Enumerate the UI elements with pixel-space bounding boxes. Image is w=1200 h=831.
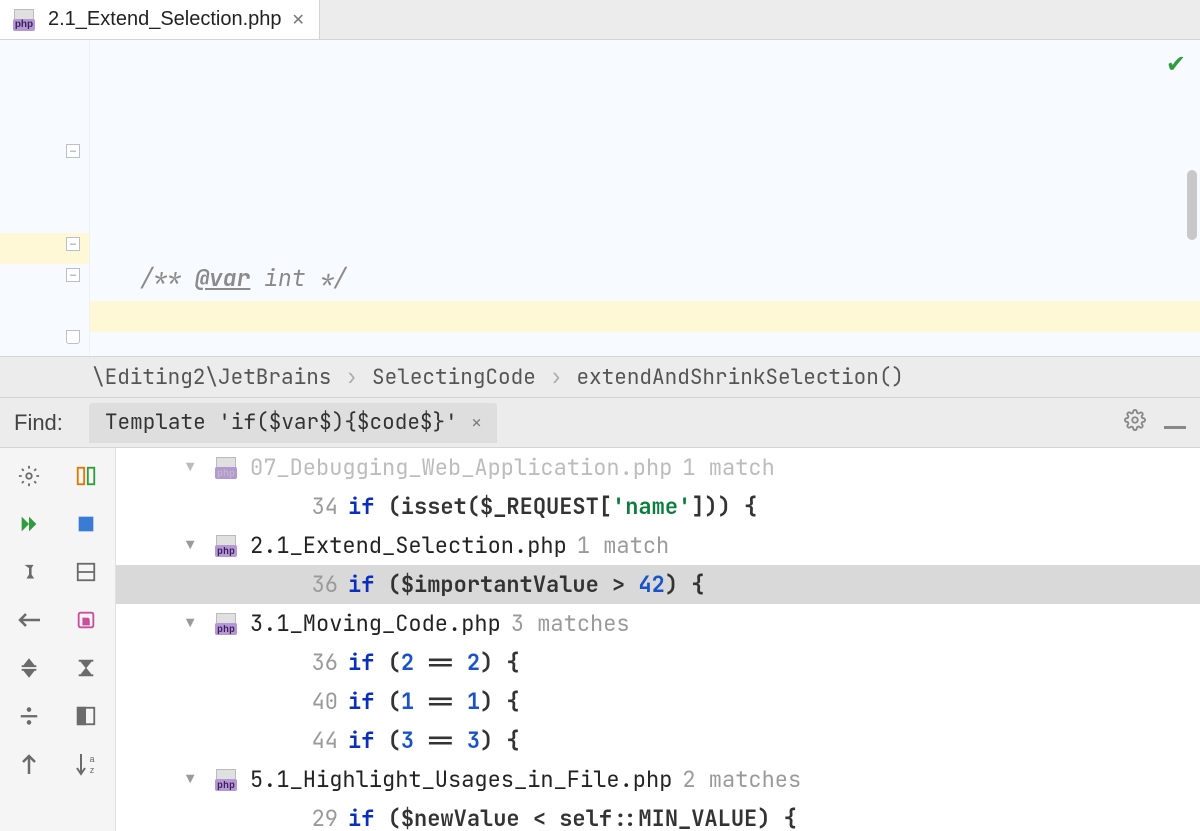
chevron-down-icon[interactable]: ▼ [186,771,202,789]
result-match-row[interactable]: 36 if ($importantValue > 42) { [116,565,1200,604]
close-find-tab-icon[interactable]: ✕ [472,412,482,433]
result-match-row[interactable]: 36 if (2 == 2) { [116,643,1200,682]
chevron-down-icon[interactable]: ▼ [186,459,202,477]
svg-text:m: m [83,615,90,628]
code-snippet: if (3 == 3) { [348,726,520,755]
fold-marker-icon[interactable]: – [66,237,80,251]
layout-icon[interactable] [64,552,108,592]
line-number: 36 [302,570,338,599]
result-file-row[interactable]: ▼ php 2.1_Extend_Selection.php 1 match [116,526,1200,565]
result-file-row[interactable]: ▼ php 5.1_Highlight_Usages_in_File.php 2 ma… [116,760,1200,799]
minimize-panel-icon[interactable] [1164,410,1186,436]
line-number: 40 [302,687,338,716]
result-match-row[interactable]: 34 if (isset($_REQUEST['name'])) { [116,487,1200,526]
line-number: 36 [302,648,338,677]
chevron-right-icon: › [550,364,563,391]
editor-tab-bar: php 2.1_Extend_Selection.php ✕ [0,0,1200,40]
code-snippet: if ($importantValue > 42) { [348,570,704,599]
inspection-ok-icon[interactable]: ✔ [1166,50,1186,79]
sort-alpha-icon[interactable]: az [64,744,108,784]
code-snippet: if (2 == 2) { [348,648,520,677]
chevron-down-icon[interactable]: ▼ [186,615,202,633]
regex-icon[interactable]: m [64,600,108,640]
php-file-icon: php [212,535,240,557]
chevron-down-icon[interactable]: ▼ [186,537,202,555]
code-area[interactable]: /** @var int */ public $Age; public func… [90,40,1200,356]
divide-icon[interactable] [7,696,51,736]
svg-text:z: z [90,765,95,775]
code-snippet: if (1 == 1) { [348,687,520,716]
result-filename: 3.1_Moving_Code.php [250,609,501,638]
code-snippet: if (isset($_REQUEST['name'])) { [348,492,757,521]
match-count: 2 matches [682,765,801,794]
fold-marker-icon[interactable]: – [66,144,80,158]
find-label: Find: [14,410,63,436]
back-icon[interactable] [7,600,51,640]
php-file-icon: php [212,457,240,479]
fold-marker-icon[interactable]: – [66,268,80,282]
php-file-icon: php [212,769,240,791]
doc-type: int */ [250,263,347,293]
breadcrumb-segment[interactable]: extendAndShrinkSelection() [576,364,904,391]
doc-tag: @var [195,263,250,293]
up-arrow-icon[interactable] [7,744,51,784]
breadcrumb: \Editing2\JetBrains › SelectingCode › ex… [0,356,1200,398]
find-tab-label: Template 'if($var$){$code$}' [105,409,458,436]
editor-gutter: – – – [0,40,90,356]
stop-icon[interactable] [64,504,108,544]
php-file-icon: php [10,9,38,31]
find-toolbar: m az [0,448,116,831]
breadcrumb-segment[interactable]: SelectingCode [372,364,536,391]
code-snippet: if ($newValue < self::MIN_VALUE) { [348,804,797,831]
line-number: 34 [302,492,338,521]
chevron-right-icon: › [345,364,358,391]
result-match-row[interactable]: 44 if (3 == 3) { [116,721,1200,760]
result-match-row[interactable]: 29 if ($newValue < self::MIN_VALUE) { [116,799,1200,831]
doc-comment: /** [140,263,195,293]
breadcrumb-segment[interactable]: \Editing2\JetBrains [92,364,331,391]
svg-text:a: a [90,754,95,764]
find-results-tree[interactable]: ▼ php 07_Debugging_Web_Application.php 1 ma… [116,448,1200,831]
find-panel-body: m az ▼ php 07_Debugging_Web_Application.ph… [0,448,1200,831]
settings-icon[interactable] [7,456,51,496]
match-count: 1 match [577,531,669,560]
match-count: 1 match [682,453,774,482]
result-filename: 2.1_Extend_Selection.php [250,531,567,560]
tab-filename: 2.1_Extend_Selection.php [48,8,282,31]
line-number: 29 [302,804,338,831]
fold-marker-icon[interactable] [66,330,80,344]
open-editor-icon[interactable] [64,456,108,496]
editor-scrollbar[interactable] [1187,170,1197,240]
find-panel-header: Find: Template 'if($var$){$code$}' ✕ [0,398,1200,448]
collapse-all-icon[interactable] [64,648,108,688]
editor-tab[interactable]: php 2.1_Extend_Selection.php ✕ [0,0,320,39]
pin-icon[interactable] [7,552,51,592]
result-filename: 5.1_Highlight_Usages_in_File.php [250,765,672,794]
find-result-tab[interactable]: Template 'if($var$){$code$}' ✕ [89,403,497,443]
php-file-icon: php [212,613,240,635]
preview-icon[interactable] [64,696,108,736]
close-tab-icon[interactable]: ✕ [292,10,305,30]
rerun-icon[interactable] [7,504,51,544]
result-file-row[interactable]: ▼ php 3.1_Moving_Code.php 3 matches [116,604,1200,643]
code-editor[interactable]: – – – /** @var int */ public $Age; publi… [0,40,1200,356]
result-filename: 07_Debugging_Web_Application.php [250,453,672,482]
match-count: 3 matches [511,609,630,638]
line-number: 44 [302,726,338,755]
gear-icon[interactable] [1124,409,1146,437]
result-match-row[interactable]: 40 if (1 == 1) { [116,682,1200,721]
expand-all-icon[interactable] [7,648,51,688]
result-file-row[interactable]: ▼ php 07_Debugging_Web_Application.php 1 ma… [116,448,1200,487]
